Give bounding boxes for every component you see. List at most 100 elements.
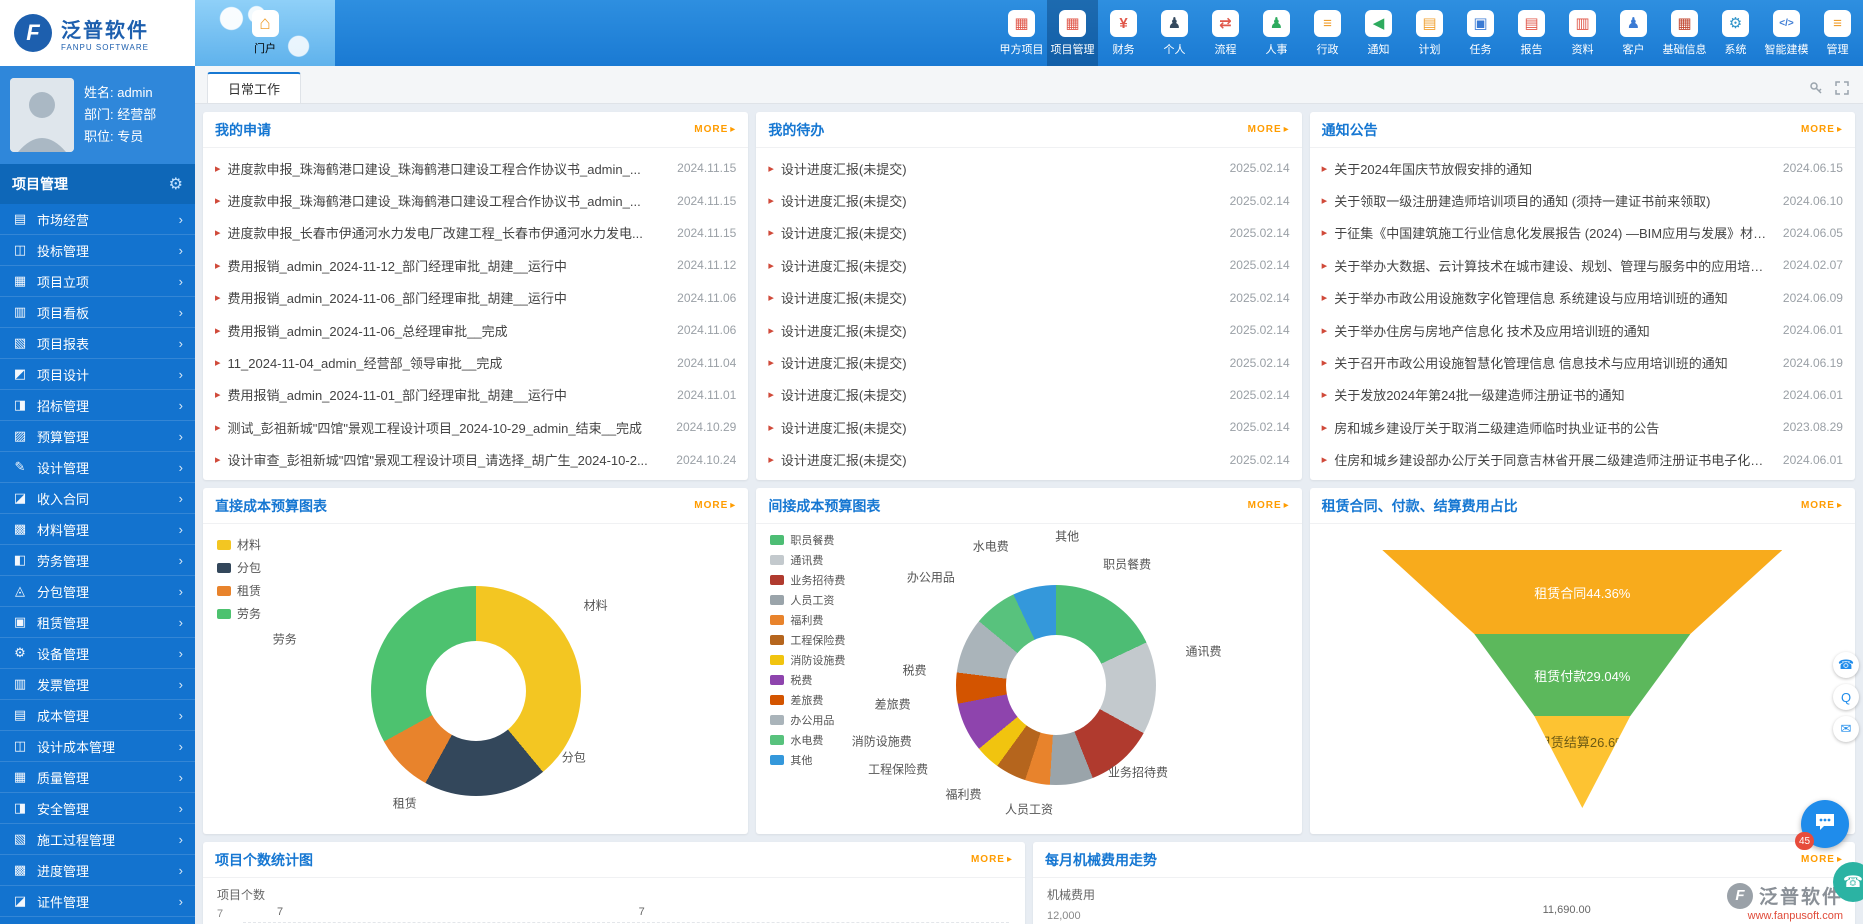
list-item[interactable]: ▸设计进度汇报(未提交)2025.02.14 <box>768 450 1289 469</box>
key-icon[interactable] <box>1809 81 1823 95</box>
list-item[interactable]: ▸设计进度汇报(未提交)2025.02.14 <box>768 191 1289 210</box>
watermark-url[interactable]: www.fanpusoft.com <box>1727 910 1843 922</box>
more-link[interactable]: MORE▸ <box>1801 500 1843 511</box>
nav-item[interactable]: ♟个人 <box>1149 0 1200 66</box>
legend-item[interactable]: 材料 <box>217 536 261 553</box>
list-item[interactable]: ▸设计进度汇报(未提交)2025.02.14 <box>768 159 1289 178</box>
nav-item[interactable]: ⚙系统 <box>1710 0 1761 66</box>
sidebar-item[interactable]: ◪证件管理› <box>0 886 195 917</box>
nav-item[interactable]: ≡行政 <box>1302 0 1353 66</box>
list-item[interactable]: ▸设计进度汇报(未提交)2025.02.14 <box>768 256 1289 275</box>
sidebar-item[interactable]: ◨招标管理› <box>0 390 195 421</box>
gear-icon[interactable]: ⚙ <box>169 174 183 194</box>
nav-item[interactable]: ≡管理 <box>1812 0 1863 66</box>
list-item[interactable]: ▸费用报销_admin_2024-11-12_部门经理审批_胡建__运行中202… <box>215 256 736 275</box>
nav-item[interactable]: ▥资料 <box>1557 0 1608 66</box>
sidebar-item[interactable]: ▦项目立项› <box>0 266 195 297</box>
legend-item[interactable]: 税费 <box>770 672 845 688</box>
legend-item[interactable]: 租赁 <box>217 582 261 599</box>
legend-item[interactable]: 业务招待费 <box>770 572 845 588</box>
more-link[interactable]: MORE▸ <box>1248 500 1290 511</box>
nav-item[interactable]: ⇄流程 <box>1200 0 1251 66</box>
list-item[interactable]: ▸住房和城乡建设部办公厅关于同意吉林省开展二级建造师注册证书电子化试点...20… <box>1322 450 1843 469</box>
nav-item[interactable]: ▤报告 <box>1506 0 1557 66</box>
list-item[interactable]: ▸11_2024-11-04_admin_经营部_领导审批__完成2024.11… <box>215 353 736 372</box>
nav-item[interactable]: ▣任务 <box>1455 0 1506 66</box>
sidebar-item[interactable]: ◧劳务管理› <box>0 545 195 576</box>
sidebar-item[interactable]: ▨预算管理› <box>0 421 195 452</box>
sidebar-item[interactable]: ◪收入合同› <box>0 483 195 514</box>
list-item[interactable]: ▸费用报销_admin_2024-11-06_部门经理审批_胡建__运行中202… <box>215 288 736 307</box>
legend-item[interactable]: 差旅费 <box>770 692 845 708</box>
nav-item[interactable]: ▦项目管理 <box>1047 0 1098 66</box>
sidebar-item[interactable]: ▥发票管理› <box>0 669 195 700</box>
nav-item[interactable]: ▦甲方项目 <box>996 0 1047 66</box>
legend-item[interactable]: 人员工资 <box>770 592 845 608</box>
list-item[interactable]: ▸关于举办住房与房地产信息化 技术及应用培训班的通知2024.06.01 <box>1322 321 1843 340</box>
list-item[interactable]: ▸关于领取一级注册建造师培训项目的通知 (须持一建证书前来领取)2024.06.… <box>1322 191 1843 210</box>
list-item[interactable]: ▸房和城乡建设厅关于取消二级建造师临时执业证书的公告2023.08.29 <box>1322 418 1843 437</box>
expand-icon[interactable] <box>1835 81 1849 95</box>
sidebar-item[interactable]: ▩进度管理› <box>0 855 195 886</box>
list-item[interactable]: ▸关于举办市政公用设施数字化管理信息 系统建设与应用培训班的通知2024.06.… <box>1322 288 1843 307</box>
sidebar-item[interactable]: ▦质量管理› <box>0 762 195 793</box>
fanpu-logo[interactable]: F 泛普软件 FANPU SOFTWARE <box>0 0 195 66</box>
sidebar-item[interactable]: ⚙设备管理› <box>0 638 195 669</box>
list-item[interactable]: ▸关于2024年国庆节放假安排的通知2024.06.15 <box>1322 159 1843 178</box>
nav-item[interactable]: ◀通知 <box>1353 0 1404 66</box>
list-item[interactable]: ▸进度款申报_长春市伊通河水力发电厂改建工程_长春市伊通河水力发电...2024… <box>215 223 736 242</box>
sidebar-item[interactable]: ◨安全管理› <box>0 793 195 824</box>
tab-daily-work[interactable]: 日常工作 <box>207 72 301 103</box>
legend-item[interactable]: 福利费 <box>770 612 845 628</box>
sidebar-item[interactable]: ▩材料管理› <box>0 514 195 545</box>
sidebar-item[interactable]: ◬分包管理› <box>0 576 195 607</box>
legend-item[interactable]: 办公用品 <box>770 712 845 728</box>
more-link[interactable]: MORE▸ <box>1801 124 1843 135</box>
sidebar-item[interactable]: ▧项目报表› <box>0 328 195 359</box>
more-link[interactable]: MORE▸ <box>694 124 736 135</box>
more-link[interactable]: MORE▸ <box>971 854 1013 865</box>
list-item[interactable]: ▸设计进度汇报(未提交)2025.02.14 <box>768 353 1289 372</box>
nav-item[interactable]: ▤计划 <box>1404 0 1455 66</box>
sidebar-item[interactable]: ▤成本管理› <box>0 700 195 731</box>
service-mail-icon[interactable]: ✉ <box>1833 716 1859 742</box>
list-item[interactable]: ▸设计进度汇报(未提交)2025.02.14 <box>768 321 1289 340</box>
legend-item[interactable]: 职员餐费 <box>770 532 845 548</box>
nav-item[interactable]: ♟客户 <box>1608 0 1659 66</box>
nav-item[interactable]: </>智能建模 <box>1761 0 1812 66</box>
legend-item[interactable]: 分包 <box>217 559 261 576</box>
list-item[interactable]: ▸测试_彭祖新城"四馆"景观工程设计项目_2024-10-29_admin_结束… <box>215 418 736 437</box>
legend-item[interactable]: 工程保险费 <box>770 632 845 648</box>
legend-item[interactable]: 其他 <box>770 752 845 768</box>
sidebar-item[interactable]: ▤市场经营› <box>0 204 195 235</box>
list-item[interactable]: ▸关于召开市政公用设施智慧化管理信息 信息技术与应用培训班的通知2024.06.… <box>1322 353 1843 372</box>
list-item[interactable]: ▸费用报销_admin_2024-11-06_总经理审批__完成2024.11.… <box>215 321 736 340</box>
legend-item[interactable]: 劳务 <box>217 605 261 622</box>
list-item[interactable]: ▸进度款申报_珠海鹤港口建设_珠海鹤港口建设工程合作协议书_admin_...2… <box>215 191 736 210</box>
service-qq-icon[interactable]: Q <box>1833 684 1859 710</box>
service-phone-icon[interactable]: ☎ <box>1833 652 1859 678</box>
list-item[interactable]: ▸设计审查_彭祖新城"四馆"景观工程设计项目_请选择_胡广生_2024-10-2… <box>215 450 736 469</box>
list-item[interactable]: ▸设计进度汇报(未提交)2025.02.14 <box>768 385 1289 404</box>
list-item[interactable]: ▸设计进度汇报(未提交)2025.02.14 <box>768 418 1289 437</box>
sidebar-item[interactable]: ▣租赁管理› <box>0 607 195 638</box>
nav-item[interactable]: ¥财务 <box>1098 0 1149 66</box>
sidebar-item[interactable]: ◫设计成本管理› <box>0 731 195 762</box>
list-item[interactable]: ▸费用报销_admin_2024-11-01_部门经理审批_胡建__运行中202… <box>215 385 736 404</box>
list-item[interactable]: ▸进度款申报_珠海鹤港口建设_珠海鹤港口建设工程合作协议书_admin_...2… <box>215 159 736 178</box>
sidebar-item[interactable]: ✎设计管理› <box>0 452 195 483</box>
legend-item[interactable]: 通讯费 <box>770 552 845 568</box>
nav-item[interactable]: ♟人事 <box>1251 0 1302 66</box>
list-item[interactable]: ▸关于举办大数据、云计算技术在城市建设、规划、管理与服务中的应用培训班...20… <box>1322 256 1843 275</box>
chat-button[interactable]: 45 <box>1801 800 1849 848</box>
list-item[interactable]: ▸设计进度汇报(未提交)2025.02.14 <box>768 223 1289 242</box>
list-item[interactable]: ▸关于发放2024年第24批一级建造师注册证书的通知2024.06.01 <box>1322 385 1843 404</box>
nav-item[interactable]: ▦基础信息 <box>1659 0 1710 66</box>
list-item[interactable]: ▸于征集《中国建筑施工行业信息化发展报告 (2024) —BIM应用与发展》材料… <box>1322 223 1843 242</box>
list-item[interactable]: ▸设计进度汇报(未提交)2025.02.14 <box>768 288 1289 307</box>
legend-item[interactable]: 消防设施费 <box>770 652 845 668</box>
nav-item-portal[interactable]: ⌂ 门户 <box>195 0 335 66</box>
more-link[interactable]: MORE▸ <box>694 500 736 511</box>
more-link[interactable]: MORE▸ <box>1248 124 1290 135</box>
sidebar-item[interactable]: ▥项目看板› <box>0 297 195 328</box>
